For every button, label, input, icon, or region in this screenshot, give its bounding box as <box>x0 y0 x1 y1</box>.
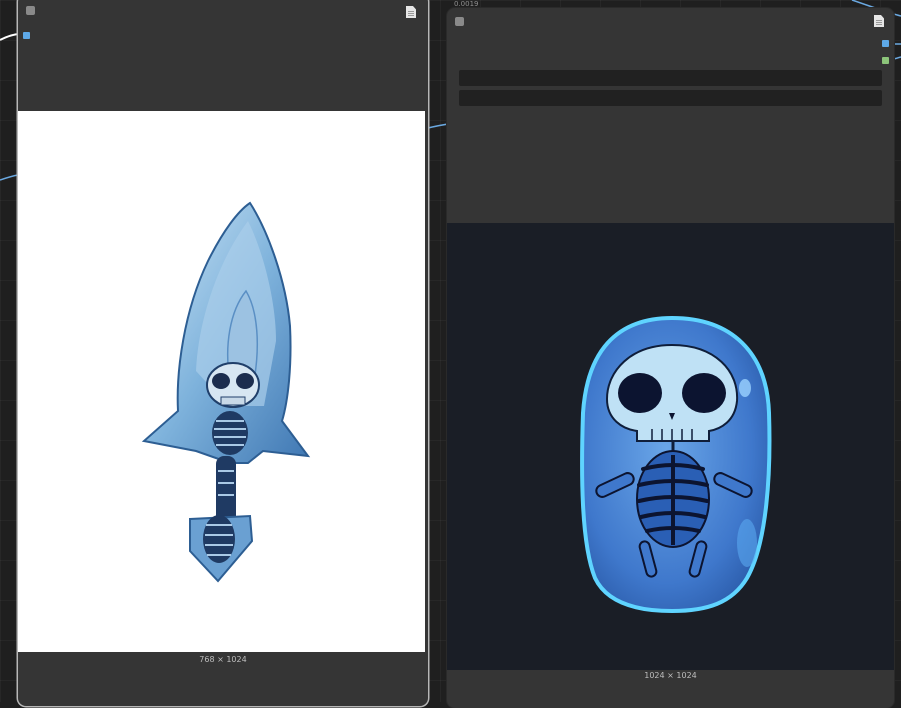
slime-skull-eye-right <box>682 373 726 413</box>
right-image-dimensions: 1024 × 1024 <box>644 671 697 680</box>
left-image-input-slot[interactable] <box>23 32 30 39</box>
right-field-2[interactable] <box>459 90 882 106</box>
right-node-header[interactable] <box>447 8 894 34</box>
ice-skull-eye-right <box>236 373 254 389</box>
left-collapse-icon[interactable] <box>26 6 35 15</box>
ice-skull-eye-left <box>212 373 230 389</box>
ice-ribcage <box>212 411 248 455</box>
left-node-header[interactable] <box>18 0 428 20</box>
slime-shine-2 <box>737 519 757 567</box>
ice-skull-teeth <box>220 396 246 406</box>
right-collapse-icon[interactable] <box>455 17 464 26</box>
right-image-preview[interactable] <box>447 223 894 670</box>
right-preview-node[interactable]: 1024 × 1024 <box>447 8 894 708</box>
right-image-output-slot[interactable] <box>882 40 889 47</box>
slime-shine <box>739 379 751 397</box>
ice-skeleton-image <box>141 201 311 583</box>
left-document-icon[interactable] <box>406 6 416 18</box>
node-header-snippet: 0.0019 <box>454 0 479 8</box>
right-document-icon[interactable] <box>874 15 884 27</box>
right-field-1[interactable] <box>459 70 882 86</box>
right-mask-output-slot[interactable] <box>882 57 889 64</box>
left-image-dimensions: 768 × 1024 <box>199 655 247 664</box>
slime-skeleton-image <box>580 315 772 614</box>
slime-skull-eye-left <box>618 373 662 413</box>
left-preview-node[interactable]: 768 × 1024 <box>18 0 428 706</box>
left-image-preview[interactable] <box>18 111 425 652</box>
